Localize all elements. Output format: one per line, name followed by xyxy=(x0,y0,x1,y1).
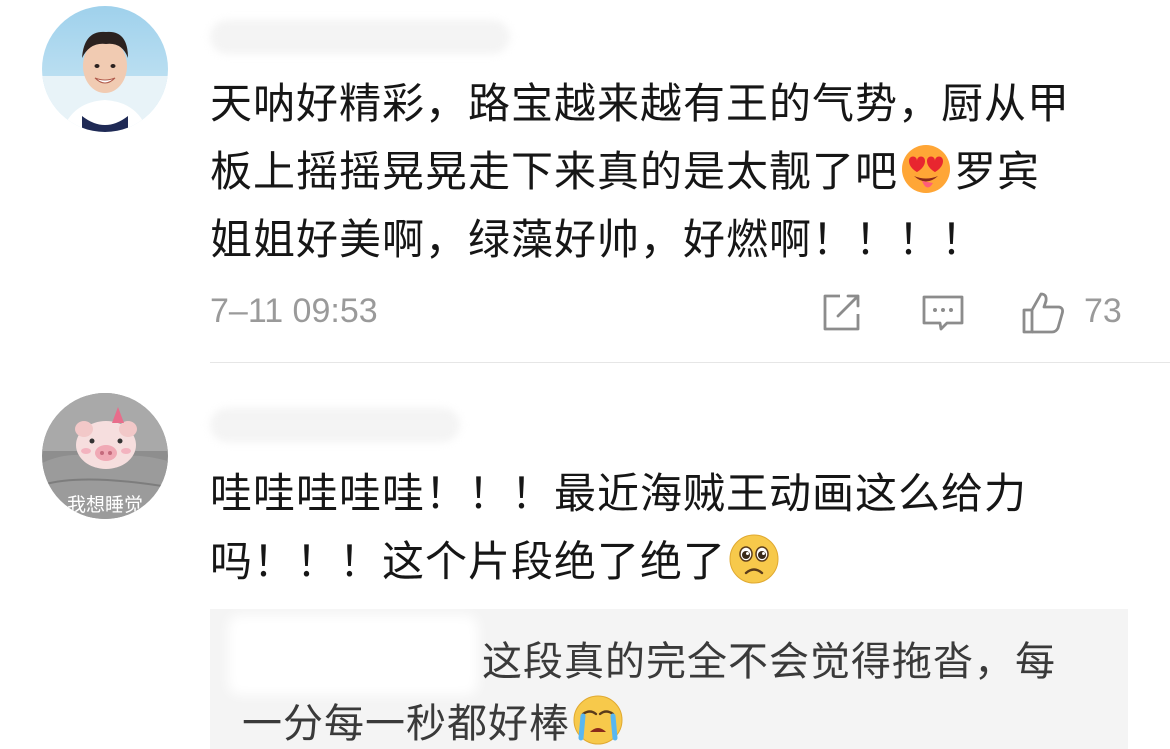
reply-box[interactable]: 这段真的完全不会觉得拖沓，每 一分每一秒都好棒 xyxy=(210,609,1128,749)
avatar[interactable] xyxy=(42,6,168,132)
reply-line: 一分每一秒都好棒 xyxy=(210,693,1128,749)
comment-text: 天呐好精彩，路宝越来越有王的气势，厨从甲 板上摇摇晃晃走下来真的是太靓了吧 罗宾… xyxy=(210,70,1130,274)
reply-line: 这段真的完全不会觉得拖沓，每 xyxy=(482,639,1056,685)
avatar-caption: 我想睡觉 xyxy=(67,494,143,516)
comment-line: 板上摇摇晃晃走下来真的是太靓了吧 罗宾 xyxy=(210,138,1130,206)
comment-line: 吗！！！这个片段绝了绝了 xyxy=(210,528,1130,596)
comment-line-text: 罗宾 xyxy=(954,147,1041,196)
timestamp: 7–11 09:53 xyxy=(210,292,378,330)
share-icon xyxy=(823,294,860,331)
thumbs-up-icon xyxy=(1022,292,1064,334)
reply-text: 这段真的完全不会觉得拖沓，每 一分每一秒都好棒 xyxy=(210,631,1128,749)
username-blurred[interactable] xyxy=(210,20,510,54)
comment-line: 哇哇哇哇哇！！！最近海贼王动画这么给力 xyxy=(210,469,1028,518)
heart-eyes-emoji xyxy=(900,143,952,195)
divider xyxy=(210,362,1170,363)
username-blurred[interactable] xyxy=(210,408,460,442)
avatar[interactable]: 我想睡觉 xyxy=(42,393,168,519)
comment-meta-row: 7–11 09:53 73 xyxy=(210,290,1130,336)
reply-line-text: 一分每一秒都好棒 xyxy=(242,701,570,747)
comment-line: 天呐好精彩，路宝越来越有王的气势，厨从甲 xyxy=(210,79,1071,128)
comment-icon xyxy=(922,295,964,331)
crying-face-emoji xyxy=(572,694,624,746)
like-button[interactable] xyxy=(1020,290,1066,336)
man-smiling-avatar xyxy=(42,6,168,132)
pig-plush-avatar: 我想睡觉 xyxy=(42,393,168,519)
comment-line-text: 吗！！！这个片段绝了绝了 xyxy=(210,537,727,586)
comment-button[interactable] xyxy=(920,290,966,336)
like-count: 73 xyxy=(1084,292,1122,330)
pleading-face-emoji xyxy=(728,533,780,585)
comment-line: 姐姐好美啊，绿藻好帅，好燃啊！！！！ xyxy=(210,215,985,264)
comment-line-text: 板上摇摇晃晃走下来真的是太靓了吧 xyxy=(210,147,899,196)
share-button[interactable] xyxy=(818,290,864,336)
comment-text: 哇哇哇哇哇！！！最近海贼王动画这么给力 吗！！！这个片段绝了绝了 xyxy=(210,460,1130,596)
